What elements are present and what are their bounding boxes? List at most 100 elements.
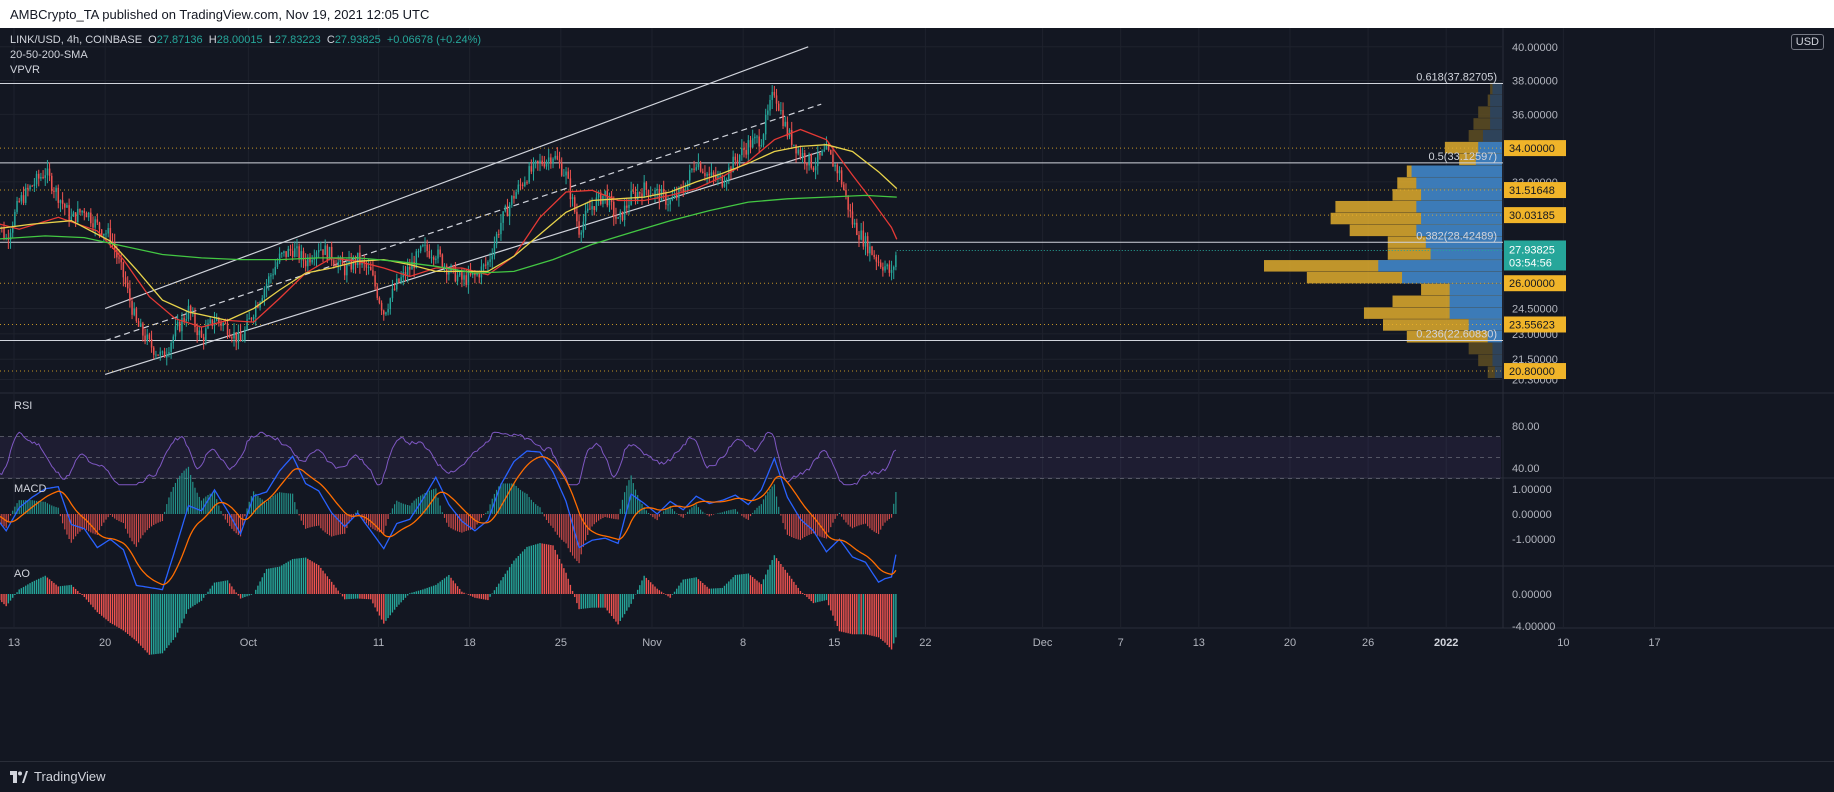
candle <box>68 205 70 220</box>
candle <box>856 223 858 235</box>
candle <box>676 194 678 198</box>
x-tick-label: 22 <box>919 637 931 649</box>
candle <box>774 92 776 95</box>
candle <box>457 275 459 281</box>
candle <box>505 206 507 211</box>
volume-profile-bar <box>1495 366 1502 378</box>
sma-legend[interactable]: 20-50-200-SMA <box>10 49 88 61</box>
candle <box>895 255 897 267</box>
sma-line <box>0 195 897 273</box>
brand-name: TradingView <box>34 769 106 784</box>
candle <box>672 198 674 200</box>
candle <box>160 352 162 356</box>
candle <box>704 173 706 176</box>
tradingview-logo[interactable]: TradingView <box>10 769 106 784</box>
price-tick-label: 24.50000 <box>1512 304 1558 316</box>
candle <box>344 265 346 275</box>
candle <box>88 213 90 218</box>
symbol-legend: LINK/USD, 4h, COINBASE O27.87136 H28.000… <box>10 34 481 46</box>
currency-badge[interactable]: USD <box>1791 34 1824 50</box>
countdown-label: 03:54:56 <box>1509 257 1552 269</box>
candle <box>136 308 138 321</box>
candle <box>374 275 376 286</box>
candle <box>531 166 533 171</box>
candle <box>25 188 27 203</box>
candle <box>60 200 62 203</box>
candle <box>719 176 721 177</box>
candle <box>596 197 598 210</box>
vpvr-legend[interactable]: VPVR <box>10 64 40 76</box>
candle <box>34 184 36 186</box>
volume-profile-bar <box>1412 165 1502 177</box>
candle <box>66 205 68 208</box>
candle <box>10 233 12 240</box>
chart-canvas[interactable]: 1320Oct111825Nov81522Dec7132026202210174… <box>0 28 1834 761</box>
candle <box>84 211 86 213</box>
footer-bar: TradingView <box>0 761 1834 792</box>
candle <box>845 190 847 195</box>
candle <box>669 200 671 204</box>
candle <box>277 262 279 267</box>
candle <box>170 343 172 352</box>
candle <box>465 275 467 285</box>
volume-profile-bar <box>1492 343 1502 355</box>
candle <box>656 189 658 190</box>
candle <box>830 150 832 154</box>
chart-area[interactable]: 1320Oct111825Nov81522Dec7132026202210174… <box>0 28 1834 761</box>
candle <box>761 145 763 146</box>
candle <box>802 153 804 157</box>
candle <box>865 236 867 246</box>
x-tick-label: 7 <box>1118 637 1124 649</box>
candle <box>64 204 66 208</box>
candle <box>146 334 148 341</box>
volume-profile-bar <box>1450 284 1502 296</box>
candle <box>292 251 294 257</box>
candle <box>813 168 815 171</box>
candle <box>882 267 884 270</box>
candle <box>494 244 496 255</box>
candle <box>520 185 522 186</box>
candle <box>847 195 849 209</box>
candle <box>709 174 711 176</box>
candle <box>667 204 669 205</box>
candle <box>492 256 494 260</box>
candle <box>739 155 741 162</box>
candle <box>817 153 819 166</box>
candle <box>51 176 53 191</box>
sma-line <box>0 145 897 321</box>
candle <box>446 266 448 275</box>
candle <box>726 179 728 183</box>
candle <box>771 92 773 100</box>
candle <box>205 328 207 341</box>
x-tick-label: 26 <box>1362 637 1374 649</box>
candle <box>107 228 109 233</box>
open-value: 27.87136 <box>157 34 203 46</box>
candle <box>422 245 424 246</box>
candle <box>38 174 40 179</box>
candle <box>201 330 203 337</box>
candle <box>416 251 418 268</box>
candle <box>140 324 142 327</box>
candle <box>628 205 630 208</box>
candle <box>613 202 615 217</box>
candle <box>878 262 880 263</box>
candle <box>513 196 515 199</box>
candle <box>407 267 409 276</box>
candle <box>196 327 198 335</box>
candle <box>409 267 411 270</box>
candle <box>661 189 663 201</box>
x-tick-label: 13 <box>1193 637 1205 649</box>
close-value: 27.93825 <box>335 34 381 46</box>
candle <box>379 298 381 303</box>
candle <box>294 248 296 256</box>
candle <box>142 324 144 336</box>
candle <box>18 201 20 202</box>
candle <box>79 209 81 212</box>
candle <box>702 172 704 174</box>
candle <box>431 257 433 258</box>
x-tick-label: Dec <box>1033 637 1053 649</box>
x-tick-label: 15 <box>828 637 840 649</box>
candle <box>570 178 572 199</box>
candle <box>617 217 619 219</box>
volume-profile-bar <box>1490 118 1502 130</box>
